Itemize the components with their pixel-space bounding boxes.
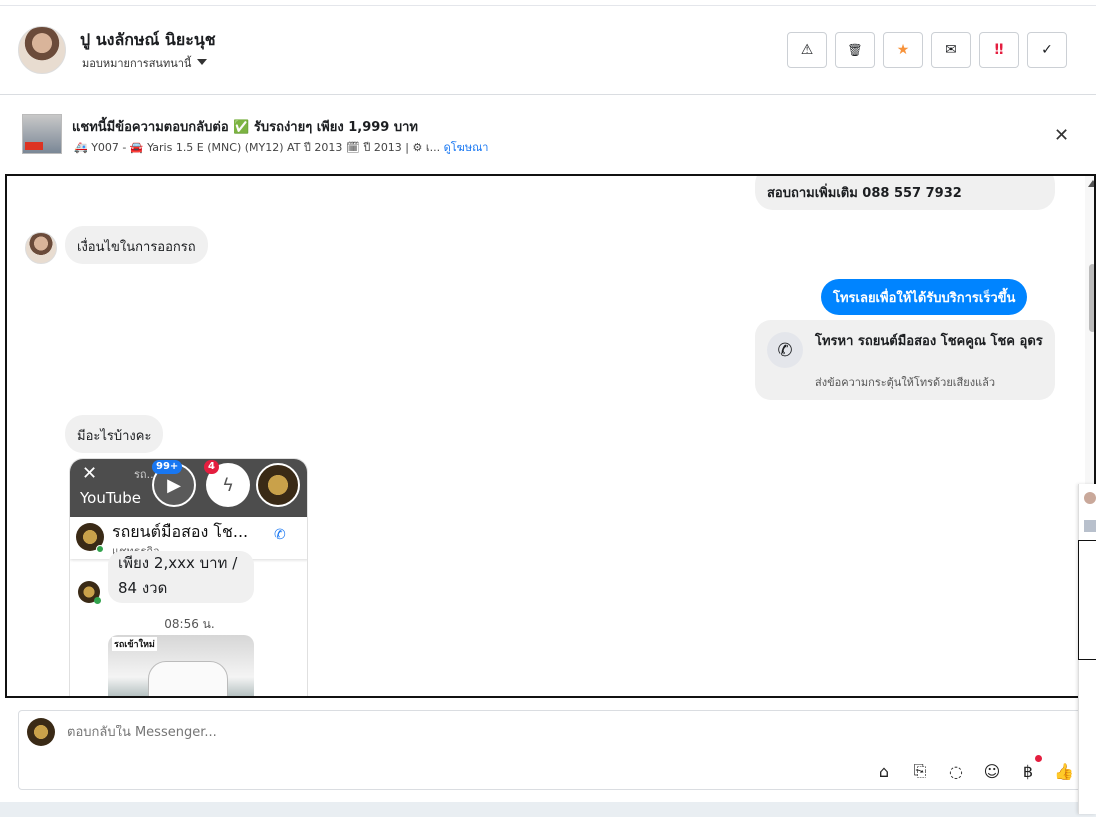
shopping-bag-icon[interactable]: ⌂: [872, 759, 896, 783]
baht-payment-icon[interactable]: ฿: [1016, 759, 1040, 783]
close-icon: ✕: [82, 463, 98, 484]
car-photo: รถเข้าใหม่: [108, 635, 254, 696]
avatar: [1084, 492, 1096, 504]
thumbs-up-icon[interactable]: 👍: [1052, 759, 1076, 783]
trash-icon: 🗑: [847, 43, 863, 57]
online-status-dot: [94, 597, 101, 604]
report-button[interactable]: ⚠: [787, 32, 827, 68]
ad-thumbnail[interactable]: [22, 114, 62, 154]
conversation-header: ปู นงลักษณ์ นิยะนุช มอบหมายการสนทนานี้ ⚠…: [0, 6, 1096, 95]
exclamation-icon: ‼: [994, 42, 1004, 58]
notification-badge: 99+: [152, 460, 183, 474]
page-avatar: [27, 718, 55, 746]
delete-button[interactable]: 🗑: [835, 32, 875, 68]
image-attachment[interactable]: ✕ รถ... YouTube ▶ 99+ ϟ 4 รถยนต์มือสอง โ…: [69, 458, 308, 696]
phone-icon: ✆: [767, 332, 803, 368]
car-shape: [148, 661, 228, 696]
contact-name[interactable]: ปู นงลักษณ์ นิยะนุช: [80, 28, 216, 53]
side-panel-box: [1078, 540, 1096, 660]
ad-details: 🚑 Y007 - 🚘 Yaris 1.5 E (MNC) (MY12) AT ป…: [74, 141, 441, 154]
scroll-up-arrow-icon[interactable]: [1088, 180, 1094, 187]
mark-unread-button[interactable]: ✉: [931, 32, 971, 68]
check-icon: ✓: [1041, 42, 1053, 58]
view-ad-link[interactable]: ดูโฆษณา: [444, 141, 489, 154]
envelope-icon: ✉: [945, 42, 957, 58]
contact-avatar-small: [25, 232, 57, 264]
phone-icon: ✆: [274, 527, 286, 543]
incoming-message: มีอะไรบ้างคะ: [65, 415, 164, 453]
call-request-card[interactable]: ✆ โทรหา รถยนต์มือสอง โชคคูณ โชค อุดร ส่ง…: [755, 320, 1055, 400]
screenshot-notification-area: ✕ รถ... YouTube ▶ 99+ ϟ 4: [70, 459, 307, 517]
assign-conversation-dropdown[interactable]: มอบหมายการสนทนานี้: [82, 54, 208, 72]
assign-label: มอบหมายการสนทนานี้: [82, 57, 192, 70]
contact-avatar[interactable]: [18, 26, 66, 74]
outgoing-message: สอบถามเพิ่มเติม 088 557 7932: [755, 176, 1055, 210]
chevron-down-icon: [197, 59, 208, 65]
outgoing-message-blue: โทรเลยเพื่อให้ได้รับบริการเร็วขึ้น: [821, 279, 1028, 315]
message-composer: ⌂ ⎘ ◌ ☺ ฿ 👍: [18, 710, 1082, 790]
attachment-icon[interactable]: ⎘: [908, 759, 932, 783]
warning-icon: ⚠: [800, 42, 814, 58]
call-card-description: ส่งข้อความกระตุ้นให้โทรด้วยเสียงแล้ว: [815, 376, 996, 389]
screenshot-message: เพียง 2,xxx บาท / 84 งวด: [108, 551, 254, 603]
reply-input[interactable]: [67, 725, 667, 740]
message-text: สอบถามเพิ่มเติม 088 557 7932: [767, 186, 962, 201]
youtube-label: YouTube: [80, 489, 141, 507]
bottom-bar: [0, 802, 1096, 817]
ad-context-banner: แชทนี้มีข้อความตอบกลับต่อ ✅ รับรถง่ายๆ เ…: [0, 96, 1096, 174]
call-card-title: โทรหา รถยนต์มือสอง โชคคูณ โชค อุดร: [815, 334, 1043, 349]
message-timestamp: 08:56 น.: [164, 617, 215, 631]
incoming-message: เงื่อนไขในการออกรถ: [65, 226, 208, 264]
star-button[interactable]: ★: [883, 32, 923, 68]
scrollbar-thumb[interactable]: [1089, 264, 1094, 332]
ad-subtitle: 🚑 Y007 - 🚘 Yaris 1.5 E (MNC) (MY12) AT ป…: [74, 138, 488, 156]
close-icon[interactable]: ✕: [1054, 125, 1069, 146]
follow-up-button[interactable]: ‼: [979, 32, 1019, 68]
notification-badge: 4: [204, 460, 219, 474]
star-icon: ★: [896, 42, 910, 58]
page-logo: [256, 463, 300, 507]
saved-reply-icon[interactable]: ◌: [944, 759, 968, 783]
online-status-dot: [96, 545, 104, 553]
new-feature-dot: [1035, 755, 1042, 762]
emoji-icon[interactable]: ☺: [980, 759, 1004, 783]
thumbnail: [1084, 520, 1096, 532]
message-thread[interactable]: สอบถามเพิ่มเติม 088 557 7932 เงื่อนไขในก…: [5, 174, 1096, 698]
ad-title: แชทนี้มีข้อความตอบกลับต่อ ✅ รับรถง่ายๆ เ…: [72, 120, 418, 135]
photo-caption: รถเข้าใหม่: [112, 637, 157, 651]
mark-done-button[interactable]: ✓: [1027, 32, 1067, 68]
